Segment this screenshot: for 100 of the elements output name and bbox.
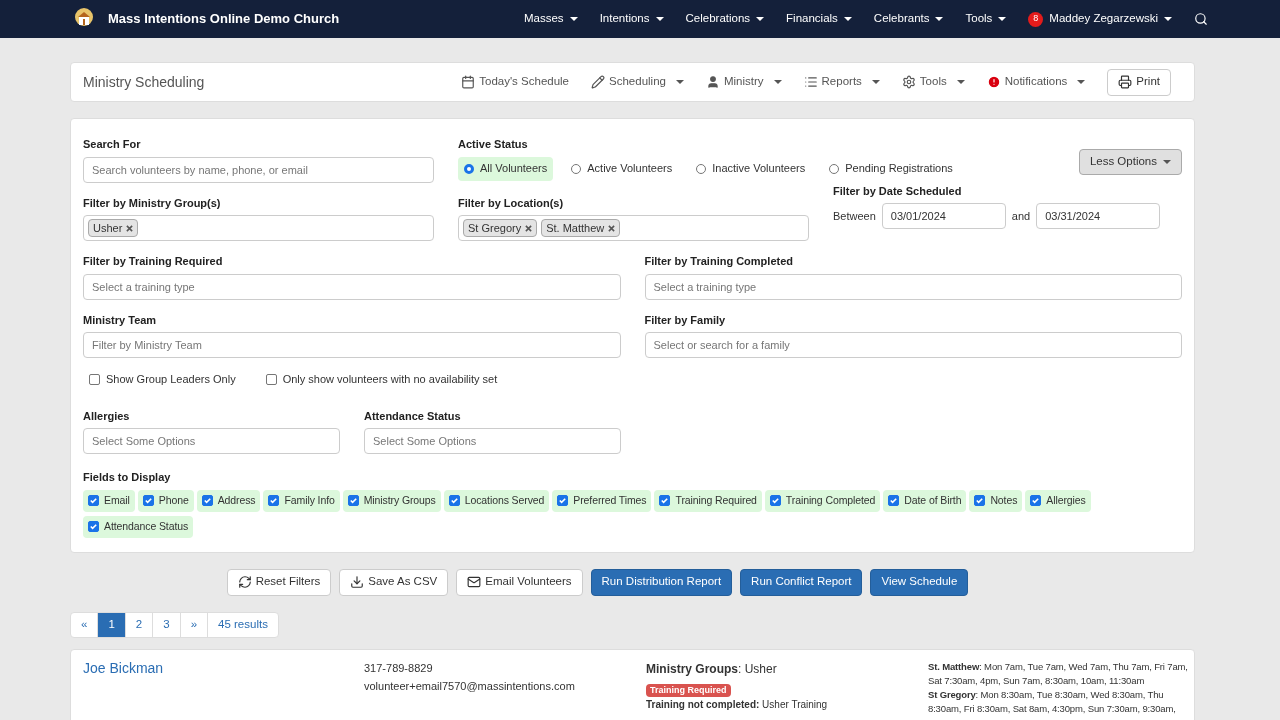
start-date-field[interactable]: 03/01/2024 [881, 203, 1006, 229]
caret-icon [871, 80, 880, 84]
header-menu[interactable]: Scheduling [591, 73, 684, 91]
checkbox[interactable] [265, 373, 277, 385]
field-option[interactable]: Training Required [654, 489, 762, 512]
caret-icon [998, 17, 1007, 21]
field-option[interactable]: Address [196, 489, 261, 512]
page-link[interactable]: 2 [125, 612, 154, 637]
tag-chip[interactable]: Usher [88, 219, 139, 237]
field-option[interactable]: Attendance Status [83, 515, 194, 538]
family-field[interactable]: Select or search for a family [644, 332, 1182, 358]
checkbox[interactable] [659, 495, 671, 506]
action-button[interactable]: Email Volunteers [456, 568, 583, 596]
checkbox[interactable] [769, 495, 781, 506]
remove-icon[interactable] [126, 224, 134, 232]
less-options-button[interactable]: Less Options [1078, 149, 1182, 175]
field-label: Fields to Display [83, 470, 172, 485]
tag-label: St Gregory [468, 221, 522, 236]
site-title[interactable]: Mass Intentions Online Demo Church [108, 9, 340, 29]
action-button[interactable]: Run Conflict Report [740, 568, 863, 596]
calendar-icon [461, 75, 476, 89]
checkbox[interactable] [1030, 495, 1042, 506]
field-option[interactable]: Ministry Groups [342, 489, 441, 512]
status-radio[interactable]: All Volunteers [458, 156, 554, 181]
list-icon [803, 75, 818, 89]
field-label: Filter by Date Scheduled [833, 183, 963, 199]
next-page-link[interactable]: » [180, 612, 209, 637]
header-menu[interactable]: Ministry [705, 73, 782, 91]
field-label: Ministry Team [83, 312, 158, 328]
training-completed-field[interactable]: Select a training type [644, 273, 1182, 300]
action-button[interactable]: Run Distribution Report [590, 568, 733, 596]
checkbox[interactable] [201, 495, 213, 506]
header-menu[interactable]: Notifications [986, 73, 1086, 91]
volunteer-name[interactable]: Joe Bickman [83, 657, 364, 716]
caret-icon [655, 17, 664, 21]
field-option[interactable]: Preferred Times [552, 489, 652, 512]
tag-field[interactable]: St Gregory St. Matthew [458, 215, 809, 241]
checkbox[interactable] [88, 521, 99, 532]
field-option[interactable]: Allergies [1025, 489, 1091, 512]
between-label: Between [833, 208, 876, 224]
caret-icon [1077, 80, 1086, 84]
checkbox[interactable] [88, 495, 99, 506]
field-option[interactable]: Training Completed [764, 489, 881, 512]
caret-icon [843, 17, 852, 21]
training-required-field[interactable]: Select a training type [83, 273, 621, 300]
tag-field[interactable]: Usher [83, 215, 434, 241]
checkbox[interactable] [142, 495, 154, 506]
checkbox[interactable] [347, 495, 359, 506]
field-option[interactable]: Date of Birth [883, 489, 967, 512]
status-radio[interactable]: Active Volunteers [565, 156, 679, 181]
checkbox[interactable] [974, 495, 986, 506]
field-label: Attendance Status [364, 408, 462, 424]
tag-chip[interactable]: St. Matthew [541, 219, 621, 237]
header-menu[interactable]: Reports [803, 73, 880, 91]
field-option[interactable]: Locations Served [443, 489, 550, 512]
status-radio[interactable]: Inactive Volunteers [690, 156, 812, 181]
search-field[interactable]: Search volunteers by name, phone, or email [83, 156, 434, 183]
ministry-team-field[interactable]: Filter by Ministry Team [83, 332, 621, 358]
field-option[interactable]: Email [83, 489, 135, 512]
print-button[interactable]: Print [1107, 68, 1171, 96]
remove-icon[interactable] [525, 224, 533, 232]
printer-icon [1118, 75, 1133, 89]
action-button[interactable]: View Schedule [870, 568, 969, 596]
page-link[interactable]: 1 [98, 612, 126, 637]
nav-menu[interactable]: Financials [786, 10, 852, 28]
refresh-icon [237, 575, 252, 589]
attendance-field[interactable]: Select Some Options [364, 428, 621, 454]
status-radio[interactable]: Pending Registrations [823, 156, 959, 181]
user-menu[interactable]: 8 Maddey Zegarzewski [1028, 10, 1172, 28]
caret-icon [1163, 160, 1171, 164]
action-button[interactable]: Reset Filters [226, 568, 332, 596]
checkbox[interactable] [89, 373, 100, 385]
download-icon [350, 575, 365, 589]
nav-menu[interactable]: Celebrants [873, 10, 944, 28]
field-option[interactable]: Family Info [263, 489, 340, 512]
and-label: and [1011, 208, 1031, 224]
header-menu[interactable]: Tools [901, 73, 965, 91]
remove-icon[interactable] [608, 224, 616, 232]
availability-text: St. Matthew: Mon 7am, Tue 7am, Wed 7am, Thu 7am, Fri 7am, Sat 7:30am, 4pm, Sun 7am, 8:30am, 10am, 11:30am [928, 659, 1189, 688]
tag-label: Usher [93, 221, 123, 236]
checkbox[interactable] [268, 495, 280, 506]
field-option[interactable]: Notes [969, 489, 1023, 512]
notification-badge: 8 [1028, 11, 1044, 27]
action-button[interactable]: Save As CSV [339, 568, 449, 596]
caret-icon [1164, 17, 1172, 21]
header-menu[interactable]: Today's Schedule [461, 73, 570, 91]
tag-chip[interactable]: St Gregory [463, 219, 538, 237]
checkbox[interactable] [557, 495, 569, 506]
checkbox[interactable] [888, 495, 900, 506]
phone-text: 317-789-8829 [364, 660, 434, 676]
checkbox[interactable] [448, 495, 460, 506]
nav-menu[interactable]: Celebrations [685, 10, 765, 28]
nav-menu[interactable]: Intentions [599, 10, 664, 28]
nav-menu[interactable]: Masses [524, 10, 578, 28]
page-link[interactable]: 3 [153, 612, 181, 637]
field-option[interactable]: Phone [137, 489, 194, 512]
end-date-field[interactable]: 03/31/2024 [1036, 203, 1161, 229]
nav-menu[interactable]: Tools [965, 10, 1007, 28]
allergies-field[interactable]: Select Some Options [83, 428, 340, 454]
search-icon[interactable] [1194, 12, 1208, 26]
